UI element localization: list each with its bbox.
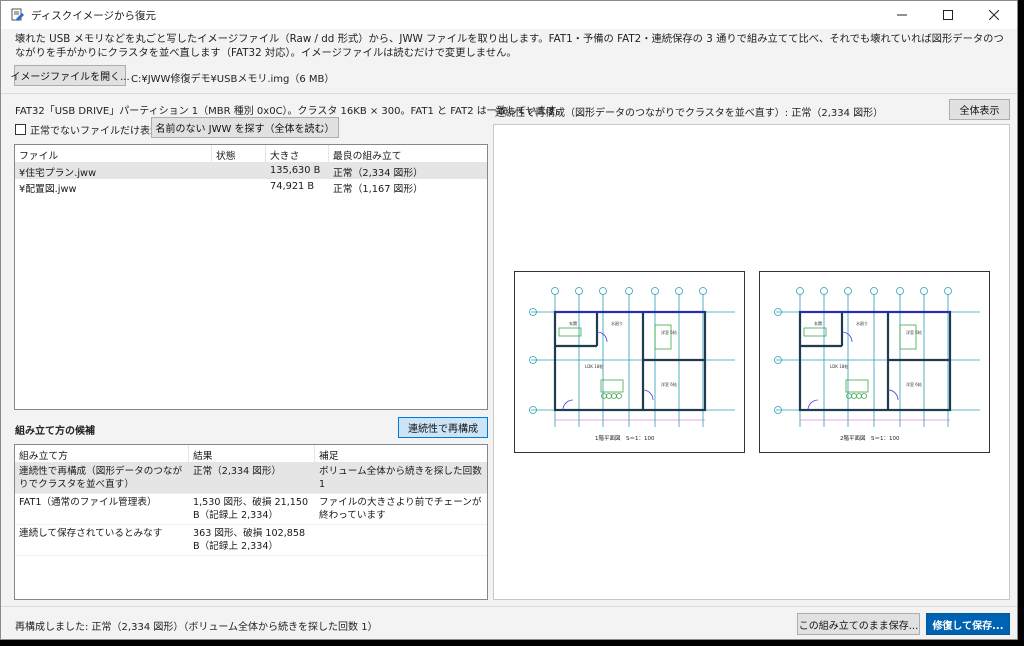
separator	[1, 93, 1017, 94]
abnormal-only-checkbox[interactable]: 正常でないファイルだけ表示	[15, 122, 160, 137]
candidate-row[interactable]: FAT1（通常のファイル管理表） 1,530 図形、破損 21,150 B（記録…	[15, 494, 487, 525]
file-list-header: ファイル 状態 大きさ 最良の組み立て	[15, 145, 487, 163]
preview-sheet-2: 玄関 水廻り 洋室 6帖 LDK 18帖 洋室 6帖 2階平面図 S＝1：100	[759, 271, 990, 453]
file-list[interactable]: ファイル 状態 大きさ 最良の組み立て ¥住宅プラン.jww 135,630 B…	[14, 144, 488, 410]
file-name: ¥配置図.jww	[19, 184, 77, 195]
fit-view-button[interactable]: 全体表示	[949, 99, 1010, 120]
partition-info: FAT32「USB DRIVE」パーティション 1（MBR 種別 0x0C）。ク…	[15, 106, 566, 117]
candidate-result: 363 図形、破損 102,858 B（記録上 2,334）	[193, 528, 306, 552]
file-best: 正常（1,167 図形）	[333, 184, 423, 195]
col-best[interactable]: 最良の組み立て	[329, 145, 487, 162]
floor-plan-drawing: 玄関 水廻り 洋室 6帖 LDK 18帖 洋室 6帖 1階平面図 S＝1：100	[529, 287, 735, 442]
file-row[interactable]: ¥住宅プラン.jww 135,630 B 正常（2,334 図形）	[15, 163, 487, 179]
room-label: 洋室 6帖	[661, 381, 677, 387]
sheet-caption: 1階平面図 S＝1：100	[595, 434, 655, 442]
checkbox-box[interactable]	[15, 124, 26, 135]
candidate-note: ファイルの大きさより前でチェーンが終わっています	[319, 497, 482, 521]
preview-title: 連続性で再構成（図形データのつながりでクラスタを並べ直す）: 正常（2,334 …	[495, 108, 884, 119]
minimize-icon	[897, 14, 907, 16]
footer-separator	[1, 606, 1017, 607]
maximize-button[interactable]	[925, 1, 971, 29]
room-label: 玄関	[814, 320, 822, 326]
find-unnamed-jww-button[interactable]: 名前のない JWW を探す（全体を読む）	[151, 117, 339, 138]
col-file[interactable]: ファイル	[15, 145, 212, 162]
app-icon	[11, 8, 25, 22]
candidates-title: 組み立て方の候補	[15, 426, 95, 437]
room-label: LDK 18帖	[585, 363, 603, 369]
restore-window: ディスクイメージから復元 壊れた USB メモリなどを丸ごと写したイメージファイ…	[0, 0, 1018, 640]
room-label: 水廻り	[856, 320, 868, 326]
close-button[interactable]	[971, 1, 1017, 29]
col-method[interactable]: 組み立て方	[15, 445, 189, 462]
room-label: LDK 18帖	[830, 363, 848, 369]
col-size[interactable]: 大きさ	[266, 145, 329, 162]
description-text: 壊れた USB メモリなどを丸ごと写したイメージファイル（Raw / dd 形式…	[15, 33, 1004, 59]
candidate-method: FAT1（通常のファイル管理表）	[19, 497, 157, 508]
col-note[interactable]: 補足	[315, 445, 487, 462]
reconstruct-button[interactable]: 連続性で再構成	[398, 417, 488, 438]
file-row[interactable]: ¥配置図.jww 74,921 B 正常（1,167 図形）	[15, 179, 487, 195]
room-label: 水廻り	[611, 320, 623, 326]
preview-sheet-1: 玄関 水廻り 洋室 6帖 LDK 18帖 洋室 6帖 1階平面図 S＝1：100	[514, 271, 745, 453]
candidate-row[interactable]: 連続して保存されているとみなす 363 図形、破損 102,858 B（記録上 …	[15, 525, 487, 556]
maximize-icon	[943, 10, 953, 20]
floor-plan-drawing: 玄関 水廻り 洋室 6帖 LDK 18帖 洋室 6帖 2階平面図 S＝1：100	[774, 287, 980, 442]
col-result[interactable]: 結果	[189, 445, 315, 462]
abnormal-only-label: 正常でないファイルだけ表示	[30, 126, 160, 137]
window-title: ディスクイメージから復元	[31, 9, 157, 22]
room-label: 洋室 6帖	[906, 381, 922, 387]
open-image-button[interactable]: イメージファイルを開く...	[10, 65, 130, 86]
candidate-note: ボリューム全体から続きを探した回数 1	[319, 466, 482, 490]
title-bar: ディスクイメージから復元	[1, 1, 1017, 29]
candidate-result: 1,530 図形、破損 21,150 B（記録上 2,334）	[193, 497, 309, 521]
candidate-method: 連続性で再構成（図形データのつながりでクラスタを並べ直す）	[19, 466, 183, 490]
file-size: 135,630 B	[270, 165, 321, 176]
file-state	[212, 163, 266, 179]
file-state	[212, 179, 266, 195]
candidate-method: 連続して保存されているとみなす	[19, 528, 163, 539]
file-size: 74,921 B	[270, 181, 315, 192]
sheet-caption: 2階平面図 S＝1：100	[840, 434, 900, 442]
room-label: 洋室 6帖	[906, 329, 922, 335]
image-path-text: C:¥JWW修復デモ¥USBメモリ.img（6 MB）	[131, 74, 335, 85]
room-label: 洋室 6帖	[661, 329, 677, 335]
candidates-list[interactable]: 組み立て方 結果 補足 連続性で再構成（図形データのつながりでクラスタを並べ直す…	[14, 444, 488, 600]
close-icon	[989, 10, 999, 20]
col-state[interactable]: 状態	[212, 145, 266, 162]
repair-and-save-button[interactable]: 修復して保存...	[926, 613, 1010, 635]
preview-canvas[interactable]: 玄関 水廻り 洋室 6帖 LDK 18帖 洋室 6帖 1階平面図 S＝1：100	[493, 124, 1010, 600]
room-label: 玄関	[569, 320, 577, 326]
file-name: ¥住宅プラン.jww	[19, 168, 97, 179]
candidate-note	[315, 525, 487, 555]
candidates-header: 組み立て方 結果 補足	[15, 445, 487, 463]
file-best: 正常（2,334 図形）	[333, 168, 423, 179]
candidate-row[interactable]: 連続性で再構成（図形データのつながりでクラスタを並べ直す） 正常（2,334 図…	[15, 463, 487, 494]
minimize-button[interactable]	[879, 1, 925, 29]
status-text: 再構成しました: 正常（2,334 図形）（ボリューム全体から続きを探した回数 …	[15, 622, 378, 633]
candidate-result: 正常（2,334 図形）	[193, 466, 282, 477]
save-as-is-button[interactable]: この組み立てのまま保存...	[797, 613, 920, 635]
